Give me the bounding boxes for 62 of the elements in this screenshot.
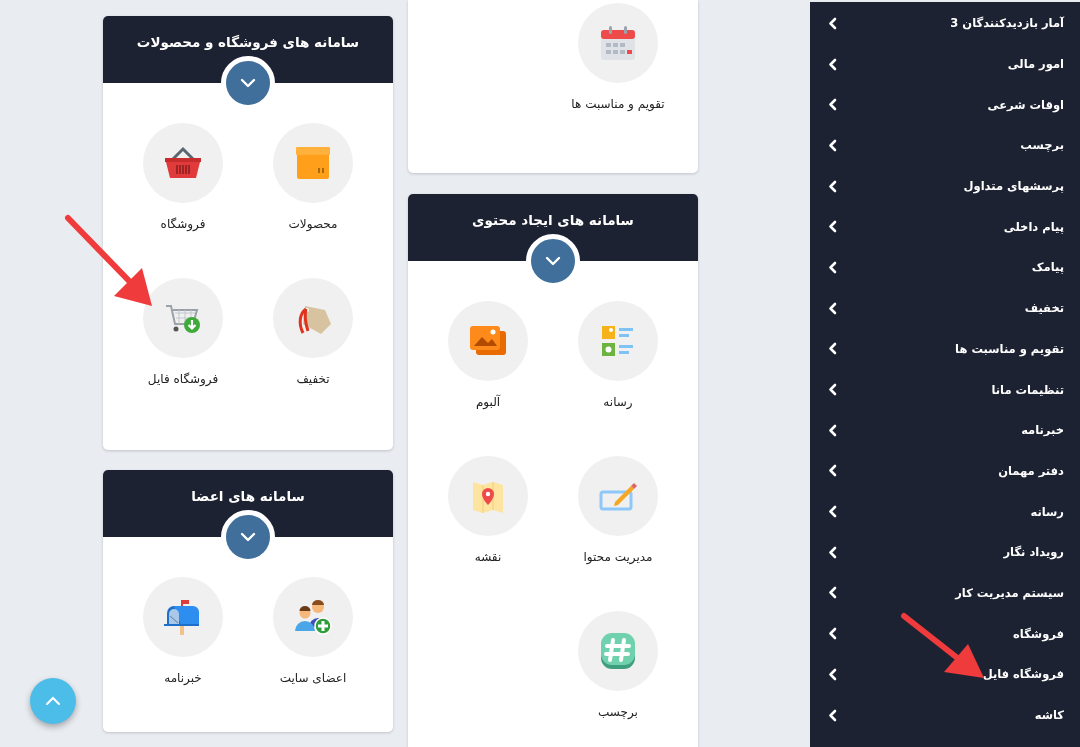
sidebar-item[interactable]: اوقات شرعی [810,84,1080,126]
sidebar-item[interactable]: برچسب [810,125,1080,166]
chevron-left-icon [828,627,837,641]
calendar-icon [598,23,638,63]
sidebar-item[interactable]: خبرنامه [810,409,1080,451]
media-list-icon [600,323,636,359]
sidebar-item[interactable]: کاشه [810,694,1080,736]
chevron-left-icon [828,57,837,71]
hashtag-icon [598,631,638,671]
chevron-left-icon [828,98,837,112]
chevron-up-icon [45,696,61,706]
chevron-down-icon [240,532,256,542]
chevron-left-icon [828,260,837,274]
sidebar-item[interactable]: پیام داخلی [810,206,1080,248]
sidebar-item[interactable]: امور مالی [810,43,1080,85]
chevron-left-icon [828,545,837,559]
sidebar-item[interactable]: فروشگاه فایل [810,654,1080,695]
chevron-left-icon [828,342,837,356]
item-label[interactable]: آلبوم [475,395,501,409]
sidebar-item[interactable]: رویداد نگار [810,531,1080,573]
chevron-left-icon [828,464,837,478]
chevron-left-icon [828,708,837,722]
chevron-left-icon [828,383,837,397]
sidebar-item[interactable]: تنظیمات مانا [810,369,1080,410]
sidebar-item[interactable]: فروشگاه [810,613,1080,654]
item-label[interactable]: خبرنامه [164,671,202,685]
item-label[interactable]: مدیریت محتوا [583,550,653,564]
sidebar-item[interactable]: تخفیف [810,287,1080,329]
sidebar-item[interactable]: سیستم مدیریت کار [810,572,1080,614]
item-label[interactable]: فروشگاه [160,217,206,231]
chevron-left-icon [828,138,837,152]
sidebar-item[interactable]: پرسشهای متداول [810,165,1080,207]
chevron-down-icon [240,78,256,88]
chevron-left-icon [828,220,837,234]
sidebar-item[interactable]: رسانه [810,491,1080,532]
item-label[interactable]: محصولات [288,217,338,231]
card-title: سامانه های ایجاد محتوی [472,212,634,230]
item-label[interactable]: فروشگاه فایل [147,372,219,386]
item-label[interactable]: اعضای سایت [279,671,347,685]
card-title: سامانه های اعضا [191,488,305,506]
chevron-left-icon [828,667,837,681]
item-label[interactable]: تقویم و مناسبت ها [571,97,665,111]
item-label[interactable]: نقشه [474,550,502,564]
users-plus-icon [293,599,333,635]
sidebar-item[interactable]: پیامک [810,247,1080,288]
chevron-down-icon [545,256,561,266]
chevron-left-icon [828,16,837,30]
scroll-top-button[interactable] [30,678,76,724]
sidebar-item[interactable]: دفتر مهمان [810,450,1080,492]
chevron-left-icon [828,586,837,600]
card-title: سامانه های فروشگاه و محصولات [136,34,360,52]
sidebar-item[interactable]: آمار بازدیدکنندگان 3 [810,3,1080,44]
basket-icon [163,145,203,181]
item-label[interactable]: برچسب [598,705,638,719]
chevron-left-icon [828,423,837,437]
sidebar-item[interactable]: تقویم و مناسبت ها [810,328,1080,370]
box-icon [295,145,331,181]
item-label[interactable]: تخفیف [296,372,330,386]
chevron-left-icon [828,505,837,519]
chevron-left-icon [828,179,837,193]
item-label[interactable]: رسانه [603,395,633,409]
chevron-left-icon [828,301,837,315]
